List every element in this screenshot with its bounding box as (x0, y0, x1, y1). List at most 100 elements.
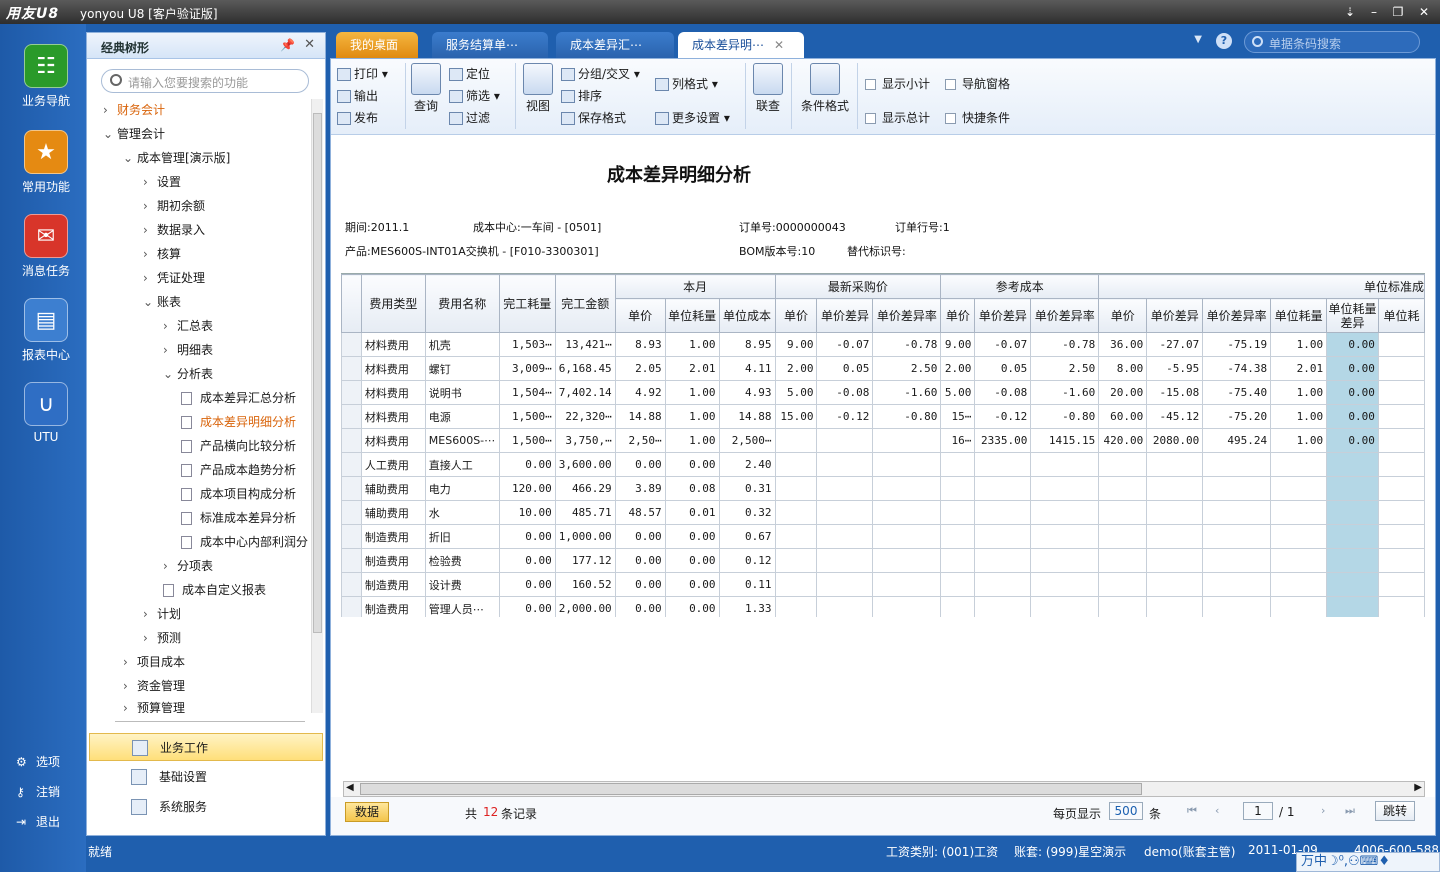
horizontal-scrollbar[interactable]: ◀ ▶ (343, 781, 1425, 797)
tree-node[interactable]: › 分项表 (163, 555, 213, 577)
column-header[interactable]: 单位耗量 (1270, 298, 1328, 333)
column-header[interactable]: 单价 (1098, 298, 1148, 333)
pin-icon[interactable]: 📌 (280, 38, 295, 52)
first-page-icon[interactable]: ⏮ (1187, 804, 1197, 818)
filter2-button[interactable]: 过滤 (449, 109, 490, 126)
column-header[interactable]: 单价差异 (1146, 298, 1204, 333)
options-button[interactable]: ⚙ 选项 (16, 753, 60, 770)
quick-condition-checkbox[interactable]: 快捷条件 (945, 109, 1010, 126)
column-header[interactable]: 单位耗 (1377, 298, 1425, 333)
column-header[interactable]: 单价差异 (974, 298, 1032, 333)
tree-node[interactable]: ⌄ 分析表 (163, 363, 213, 385)
column-header[interactable]: 单位成本 (718, 298, 776, 333)
table-row[interactable]: 制造费用 折旧 0.00 1,000.00 0.00 0.00 0.67 (341, 524, 1425, 549)
column-header[interactable]: 单价 (940, 298, 976, 333)
more-settings-button[interactable]: 更多设置 ▾ (655, 109, 730, 126)
row-selector[interactable] (341, 356, 362, 381)
column-header[interactable]: 完工金额 (554, 274, 616, 333)
nav-pane-checkbox[interactable]: 导航窗格 (945, 75, 1010, 92)
table-row[interactable]: 人工费用 直接人工 0.00 3,600.00 0.00 0.00 2.40 (341, 452, 1425, 477)
close-window-button[interactable]: ✕ (1414, 3, 1434, 21)
tree-leaf[interactable]: 成本项目构成分析 (181, 483, 296, 505)
system-service-button[interactable]: 系统服务 (89, 793, 323, 821)
page-number-input[interactable]: 1 (1243, 802, 1273, 820)
row-selector[interactable] (341, 452, 362, 477)
tree-leaf[interactable]: 成本差异汇总分析 (181, 387, 296, 409)
publish-button[interactable]: 发布 (337, 109, 378, 126)
nav-reports[interactable]: ▤ 报表中心 (12, 298, 80, 363)
tree-node[interactable]: › 预算管理 (123, 697, 185, 713)
table-row[interactable]: 辅助费用 电力 120.00 466.29 3.89 0.08 0.31 (341, 476, 1425, 501)
maximize-button[interactable]: ❐ (1388, 3, 1408, 21)
function-search-input[interactable]: 请输入您要搜索的功能 (101, 69, 309, 93)
tree-node[interactable]: ⌄ 成本管理[演示版] (123, 147, 230, 169)
column-header[interactable]: 完工耗量 (498, 274, 556, 333)
horizontal-scroll-thumb[interactable] (360, 783, 1142, 795)
view-button[interactable]: 视图 (521, 63, 555, 114)
column-header[interactable]: 费用类型 (360, 274, 426, 333)
tree-scroll-thumb[interactable] (313, 113, 322, 633)
column-format-button[interactable]: 列格式 ▾ (655, 75, 718, 92)
link-query-button[interactable]: 联查 (751, 63, 785, 114)
tree-node[interactable]: › 项目成本 (123, 651, 185, 673)
column-header[interactable]: 单位耗量差异 (1326, 298, 1379, 333)
row-selector[interactable] (341, 404, 362, 429)
table-row[interactable]: 材料费用 机壳 1,503⋯ 13,421⋯ 8.93 1.00 8.95 9.00 -0.07… (341, 332, 1425, 357)
query-button[interactable]: 查询 (409, 63, 443, 114)
tree-node[interactable]: › 明细表 (163, 339, 213, 361)
row-selector[interactable] (341, 380, 362, 405)
exit-button[interactable]: ⇥ 退出 (16, 813, 60, 830)
conditional-format-button[interactable]: 条件格式 (797, 63, 853, 114)
per-page-input[interactable]: 500 (1109, 802, 1143, 820)
prev-page-icon[interactable]: ‹ (1215, 804, 1219, 817)
column-header[interactable]: 单价 (614, 298, 666, 333)
tree-leaf[interactable]: 产品成本趋势分析 (181, 459, 296, 481)
tree-node[interactable]: › 财务会计 (103, 99, 165, 121)
tree-node[interactable]: ⌄ 管理会计 (103, 123, 165, 145)
tree-node[interactable]: ⌄ 账表 (143, 291, 181, 313)
logout-button[interactable]: ⚷ 注销 (16, 783, 60, 800)
tree-leaf[interactable]: 成本自定义报表 (163, 579, 266, 601)
tree-node[interactable]: › 期初余额 (143, 195, 205, 217)
tree-leaf-selected[interactable]: 成本差异明细分析 (181, 411, 296, 433)
tree-node[interactable]: › 汇总表 (163, 315, 213, 337)
row-selector[interactable] (341, 500, 362, 525)
ime-toolbar[interactable]: 万中☽⁰,⚇⌨♦ (1296, 852, 1440, 872)
down-arrow-button[interactable]: ⇣ (1340, 3, 1360, 21)
column-header[interactable]: 费用名称 (424, 274, 500, 333)
row-selector[interactable] (341, 572, 362, 597)
table-row[interactable]: 制造费用 检验费 0.00 177.12 0.00 0.00 0.12 (341, 548, 1425, 573)
minimize-button[interactable]: – (1364, 3, 1384, 21)
tab-cost-variance-detail[interactable]: 成本差异明⋯ ✕ (678, 32, 804, 58)
show-total-checkbox[interactable]: 显示总计 (865, 109, 930, 126)
tree-leaf[interactable]: 成本中心内部利润分 (181, 531, 308, 553)
tab-desktop[interactable]: 我的桌面 (336, 32, 418, 58)
row-selector[interactable] (341, 596, 362, 617)
data-button[interactable]: 数据 (345, 802, 389, 822)
column-header[interactable]: 单价差异率 (1202, 298, 1272, 333)
tree-node[interactable]: › 计划 (143, 603, 181, 625)
tree-node[interactable]: › 资金管理 (123, 675, 185, 697)
table-row[interactable]: 辅助费用水 10.00 485.71 48.57 0.01 0.32 (341, 500, 1425, 525)
show-subtotal-checkbox[interactable]: 显示小计 (865, 75, 930, 92)
locate-button[interactable]: 定位 (449, 65, 490, 82)
tree-leaf[interactable]: 标准成本差异分析 (181, 507, 296, 529)
table-row[interactable]: 材料费用 MES600S-⋯ 1,500⋯ 3,750,⋯ 2,50⋯ 1.00 2,500… (341, 428, 1425, 453)
business-work-button[interactable]: 业务工作 (89, 733, 323, 761)
close-tab-icon[interactable]: ✕ (774, 38, 784, 52)
group-cross-button[interactable]: 分组/交叉 ▾ (561, 65, 640, 82)
tree-node[interactable]: › 凭证处理 (143, 267, 205, 289)
table-row[interactable]: 制造费用 设计费 0.00 160.52 0.00 0.00 0.11 (341, 572, 1425, 597)
close-icon[interactable]: ✕ (304, 37, 315, 52)
last-page-icon[interactable]: ⏭ (1345, 804, 1355, 818)
scroll-left-icon[interactable]: ◀ (346, 782, 354, 793)
row-selector[interactable] (341, 332, 362, 357)
export-button[interactable]: 输出 (337, 87, 378, 104)
nav-common[interactable]: ★ 常用功能 (12, 130, 80, 195)
barcode-search-input[interactable]: 单据条码搜索 (1244, 31, 1420, 53)
tab-dropdown-icon[interactable]: ▼ (1194, 34, 1202, 45)
tree-node[interactable]: › 核算 (143, 243, 181, 265)
tree-node[interactable]: › 预测 (143, 627, 181, 649)
tree-node[interactable]: › 设置 (143, 171, 181, 193)
print-button[interactable]: 打印 ▾ (337, 65, 388, 82)
